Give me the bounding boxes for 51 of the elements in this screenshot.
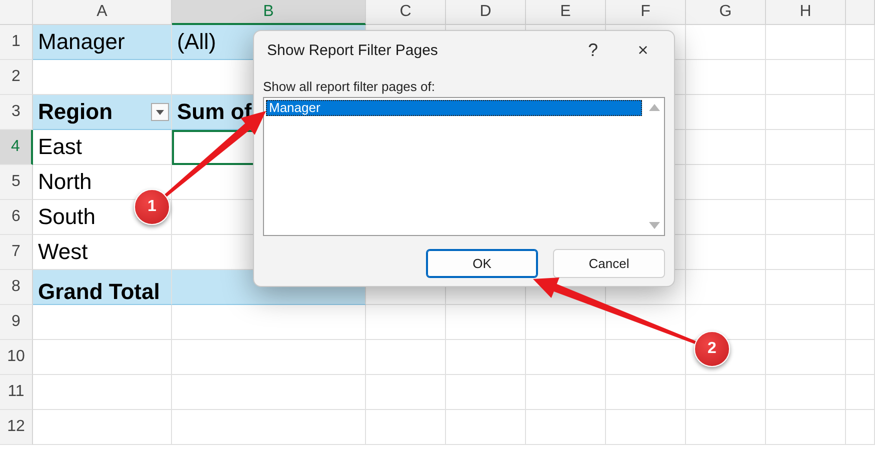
- table-cell: East: [33, 130, 172, 165]
- table-cell: [846, 95, 875, 130]
- column-header[interactable]: B: [172, 0, 366, 25]
- list-label: Show all report filter pages of:: [263, 79, 435, 94]
- table-cell: [846, 305, 875, 340]
- table-cell: Region: [33, 95, 172, 130]
- dialog-button[interactable]: OK: [426, 249, 538, 278]
- row-header[interactable]: 12: [0, 410, 33, 445]
- list-item[interactable]: Manager: [266, 100, 642, 116]
- table-cell: [846, 375, 875, 410]
- table-cell: Grand Total: [33, 270, 172, 305]
- row-header[interactable]: 8: [0, 270, 33, 305]
- table-cell: [846, 410, 875, 445]
- column-header[interactable]: G: [686, 0, 766, 25]
- scroll-up-icon[interactable]: [648, 104, 660, 111]
- step-badge: 2: [694, 331, 730, 367]
- row-header[interactable]: 2: [0, 60, 33, 95]
- row-header[interactable]: 1: [0, 25, 33, 60]
- column-header[interactable]: [846, 0, 875, 25]
- table-cell: [846, 200, 875, 235]
- table-cell: [846, 60, 875, 95]
- row-header[interactable]: 4: [0, 130, 33, 165]
- scroll-down-icon[interactable]: [648, 222, 660, 229]
- row-header[interactable]: 3: [0, 95, 33, 130]
- column-header[interactable]: H: [766, 0, 846, 25]
- table-cell: [846, 340, 875, 375]
- column-header[interactable]: F: [606, 0, 686, 25]
- row-header[interactable]: 5: [0, 165, 33, 200]
- table-cell: [846, 130, 875, 165]
- row-header[interactable]: 9: [0, 305, 33, 340]
- row-header[interactable]: 7: [0, 235, 33, 270]
- row-header[interactable]: 10: [0, 340, 33, 375]
- column-header[interactable]: D: [446, 0, 526, 25]
- table-cell: [846, 165, 875, 200]
- table-cell: [846, 25, 875, 60]
- table-cell: [846, 270, 875, 305]
- dialog-button[interactable]: Cancel: [553, 249, 665, 278]
- close-button[interactable]: ×: [621, 35, 665, 65]
- row-header[interactable]: 11: [0, 375, 33, 410]
- column-header[interactable]: A: [33, 0, 172, 25]
- field-list[interactable]: Manager: [263, 97, 665, 236]
- column-header[interactable]: E: [526, 0, 606, 25]
- row-header[interactable]: 6: [0, 200, 33, 235]
- help-button[interactable]: ?: [571, 35, 615, 65]
- filter-dropdown-button[interactable]: [151, 103, 169, 121]
- step-badge: 1: [134, 189, 170, 225]
- caret-icon: [156, 110, 164, 114]
- table-cell: Manager: [33, 25, 172, 60]
- column-header[interactable]: C: [366, 0, 446, 25]
- table-cell: [846, 235, 875, 270]
- select-all-button[interactable]: [0, 0, 33, 25]
